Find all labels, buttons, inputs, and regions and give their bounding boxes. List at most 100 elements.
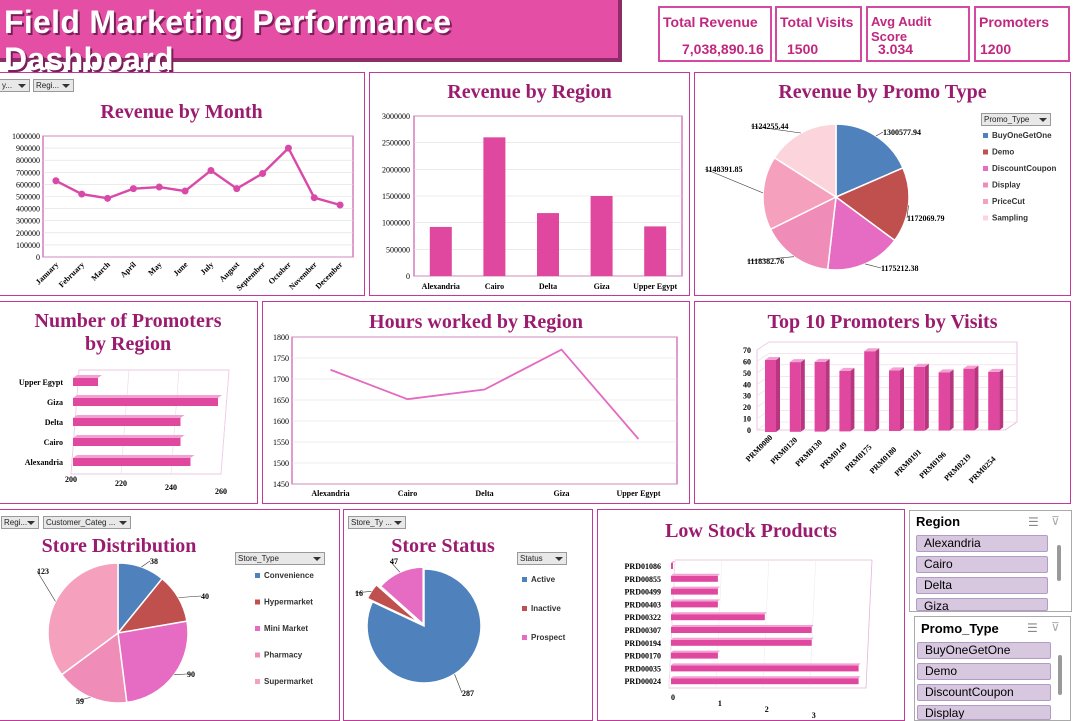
slicer-item-demo[interactable]: Demo <box>917 663 1051 680</box>
data-point <box>259 170 267 178</box>
legend-entry: Sampling <box>992 214 1028 223</box>
x-tick-label: March <box>89 260 112 283</box>
kpi-label: Avg Audit Score <box>871 14 932 44</box>
slicer-item-display[interactable]: Display <box>917 705 1051 720</box>
x-tick-label: April <box>119 260 139 280</box>
data-point <box>181 187 189 195</box>
y-tick-label: PRD00307 <box>625 626 661 635</box>
data-point <box>284 144 292 152</box>
slicer-scrollbar[interactable] <box>1057 545 1061 581</box>
kpi-label: Promoters <box>979 14 1050 30</box>
bar <box>73 398 218 406</box>
x-tick-label: Alexandria <box>311 489 349 498</box>
y-tick-label: 1500000 <box>382 192 410 201</box>
x-tick-label: Upper Egypt <box>633 282 677 291</box>
legend-swatch <box>522 635 527 640</box>
x-tick-label: 260 <box>215 487 227 496</box>
gridline <box>756 341 770 351</box>
y-tick-label: 30 <box>743 392 751 401</box>
legend-swatch <box>255 652 260 658</box>
data-point <box>233 185 241 193</box>
data-label: 59 <box>76 697 84 706</box>
bar <box>671 588 718 595</box>
x-tick-label: Upper Egypt <box>616 489 660 498</box>
bar <box>671 652 718 659</box>
gridline <box>220 369 230 475</box>
kpi-value: 1500 <box>787 41 819 57</box>
x-tick-label: May <box>146 260 163 277</box>
leader-line <box>875 131 884 137</box>
data-label: 1175212.38 <box>881 264 919 273</box>
y-tick-label: 400000 <box>16 205 40 214</box>
slicer-item-buyonegetone[interactable]: BuyOneGetOne <box>917 642 1051 659</box>
clear-filter-icon[interactable]: ⊽ <box>1051 620 1060 634</box>
slicer-header: Promo_Type <box>921 621 999 636</box>
bar-side <box>949 369 954 431</box>
pie-slice <box>117 620 189 704</box>
slicer-item-cairo[interactable]: Cairo <box>916 556 1048 573</box>
data-point <box>155 183 163 191</box>
data-label: 40 <box>201 592 209 601</box>
legend-entry: Active <box>531 575 556 584</box>
bar-top <box>671 676 861 679</box>
x-tick-label: Cairo <box>398 489 417 498</box>
bar <box>671 575 718 582</box>
bar-top <box>73 395 222 398</box>
bar-side <box>900 367 904 431</box>
y-tick-label: 700000 <box>16 168 40 177</box>
data-point <box>336 201 344 209</box>
y-tick-label: PRD00170 <box>625 652 661 661</box>
store-status-chart: 287 16 47 Active Inactive Prospect <box>354 557 566 698</box>
slicer-item-alexandria[interactable]: Alexandria <box>916 535 1048 552</box>
bar-side <box>924 363 929 431</box>
multi-select-icon[interactable]: ☰ <box>1027 621 1038 635</box>
slicer-scrollbar[interactable] <box>1058 655 1062 695</box>
bar-side <box>999 368 1004 431</box>
data-label: 1118382.76 <box>747 257 784 266</box>
store-distribution-panel: Regi... Customer_Categ ... Store Distrib… <box>0 509 340 721</box>
x-tick-label: Cairo <box>485 282 504 291</box>
clear-filter-icon[interactable]: ⊽ <box>1051 514 1060 528</box>
kpi-label: Total Visits <box>780 14 854 30</box>
bar <box>644 226 667 276</box>
data-point <box>310 194 318 202</box>
revenue-by-promo-panel: Revenue by Promo Type Promo_Type 1300577… <box>694 72 1071 296</box>
y-tick-label: 20 <box>743 403 751 412</box>
bar-side <box>800 359 805 432</box>
y-tick-label: 1800 <box>273 333 289 342</box>
bar-top <box>671 625 814 627</box>
data-label: 16 <box>355 589 363 598</box>
bar-top <box>671 663 861 666</box>
slicer-header: Region <box>916 514 961 529</box>
bar-top <box>73 415 185 418</box>
data-point <box>104 194 112 202</box>
y-tick-label: 3000000 <box>382 112 410 121</box>
y-tick-label: Alexandria <box>25 458 63 467</box>
x-tick-label: 1 <box>718 699 722 708</box>
y-tick-label: 1550 <box>273 438 289 447</box>
bar-top <box>671 586 720 589</box>
x-tick-label: 200 <box>65 475 77 484</box>
y-tick-label: 1750 <box>273 354 289 363</box>
bar-top <box>671 599 720 602</box>
x-tick-label: November <box>287 260 319 292</box>
bar <box>73 378 98 386</box>
y-tick-label: 40 <box>743 380 751 389</box>
bar <box>671 665 859 672</box>
bar <box>671 678 859 685</box>
x-tick-label: December <box>314 260 345 291</box>
y-tick-label: 2500000 <box>382 139 410 148</box>
slicer-item-giza[interactable]: Giza <box>916 598 1048 611</box>
revenue-by-month-panel: y... Regi... Revenue by Month 0 100000 200… <box>0 72 365 296</box>
bar-top <box>73 435 185 438</box>
slicer-item-delta[interactable]: Delta <box>916 577 1048 594</box>
bar <box>590 196 613 276</box>
hours-by-region-chart: 1450 1500 1550 1600 1650 1700 1750 1800 Alexandr… <box>273 333 678 498</box>
revenue-by-promo-chart: 1300577.94 1172069.79 1175212.38 1118382.76… <box>704 122 1057 273</box>
legend-swatch <box>522 577 527 582</box>
y-tick-label: PRD00499 <box>625 588 661 597</box>
kpi-value: 1200 <box>980 41 1012 57</box>
promoters-by-region-chart: 200 220 240 260 Upper Egypt Giza Delta Cairo Ale… <box>19 369 230 496</box>
slicer-item-discountcoupon[interactable]: DiscountCoupon <box>917 684 1051 701</box>
multi-select-icon[interactable]: ☰ <box>1028 515 1039 529</box>
